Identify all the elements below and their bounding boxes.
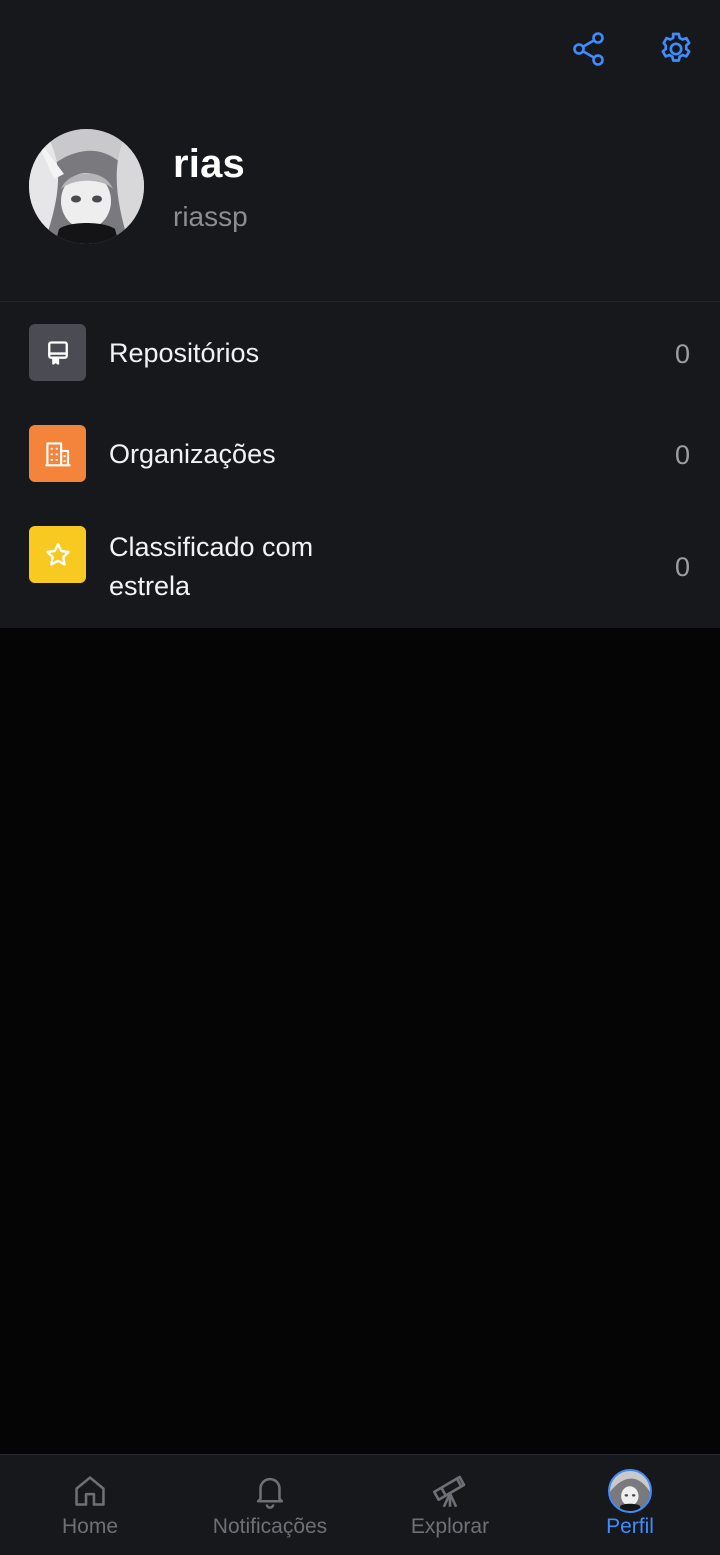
menu-item-count: 0 [674, 440, 690, 470]
menu-item-organizations[interactable]: Organizações 0 [0, 404, 720, 506]
bottom-nav: Home Notificações Explorar Perfil [0, 1454, 720, 1555]
menu-item-label: Repositórios [109, 338, 260, 368]
menu-item-count: 0 [674, 552, 690, 582]
nav-label: Notificações [212, 1515, 328, 1538]
profile-screen: rias riassp Repositórios 0 Organizações … [0, 0, 720, 1555]
avatar[interactable] [29, 129, 144, 244]
menu-item-label: Classificado com estrela [109, 532, 314, 601]
menu-item-label: Organizações [109, 439, 276, 469]
nav-item-notifications[interactable]: Notificações [180, 1455, 360, 1555]
bell-icon [248, 1469, 292, 1513]
avatar [608, 1469, 652, 1513]
nav-label: Perfil [606, 1515, 654, 1538]
nav-label: Explorar [410, 1515, 490, 1538]
settings-button[interactable] [648, 21, 704, 77]
menu-item-count: 0 [674, 339, 690, 369]
display-name: rias [173, 142, 245, 186]
repo-icon-tile [29, 324, 86, 381]
star-icon [45, 542, 70, 566]
profile-avatar-icon [608, 1469, 652, 1513]
repo-icon [47, 340, 68, 365]
home-icon [68, 1469, 112, 1513]
telescope-icon [428, 1469, 472, 1513]
username: riassp [173, 201, 248, 232]
star-icon-tile [29, 526, 86, 583]
gear-icon [661, 32, 691, 62]
profile-panel: rias riassp Repositórios 0 Organizações … [0, 0, 720, 628]
menu-item-repositories[interactable]: Repositórios 0 [0, 302, 720, 404]
share-icon [573, 32, 604, 66]
profile-header: rias riassp [0, 100, 720, 300]
nav-item-explore[interactable]: Explorar [360, 1455, 540, 1555]
menu-item-starred[interactable]: Classificado com estrela 0 [0, 506, 720, 628]
nav-label: Home [61, 1515, 119, 1538]
nav-item-profile[interactable]: Perfil [540, 1455, 720, 1555]
nav-item-home[interactable]: Home [0, 1455, 180, 1555]
organization-icon-tile [29, 425, 86, 482]
organization-icon [45, 441, 70, 466]
top-bar [0, 0, 720, 100]
share-button[interactable] [561, 21, 617, 77]
